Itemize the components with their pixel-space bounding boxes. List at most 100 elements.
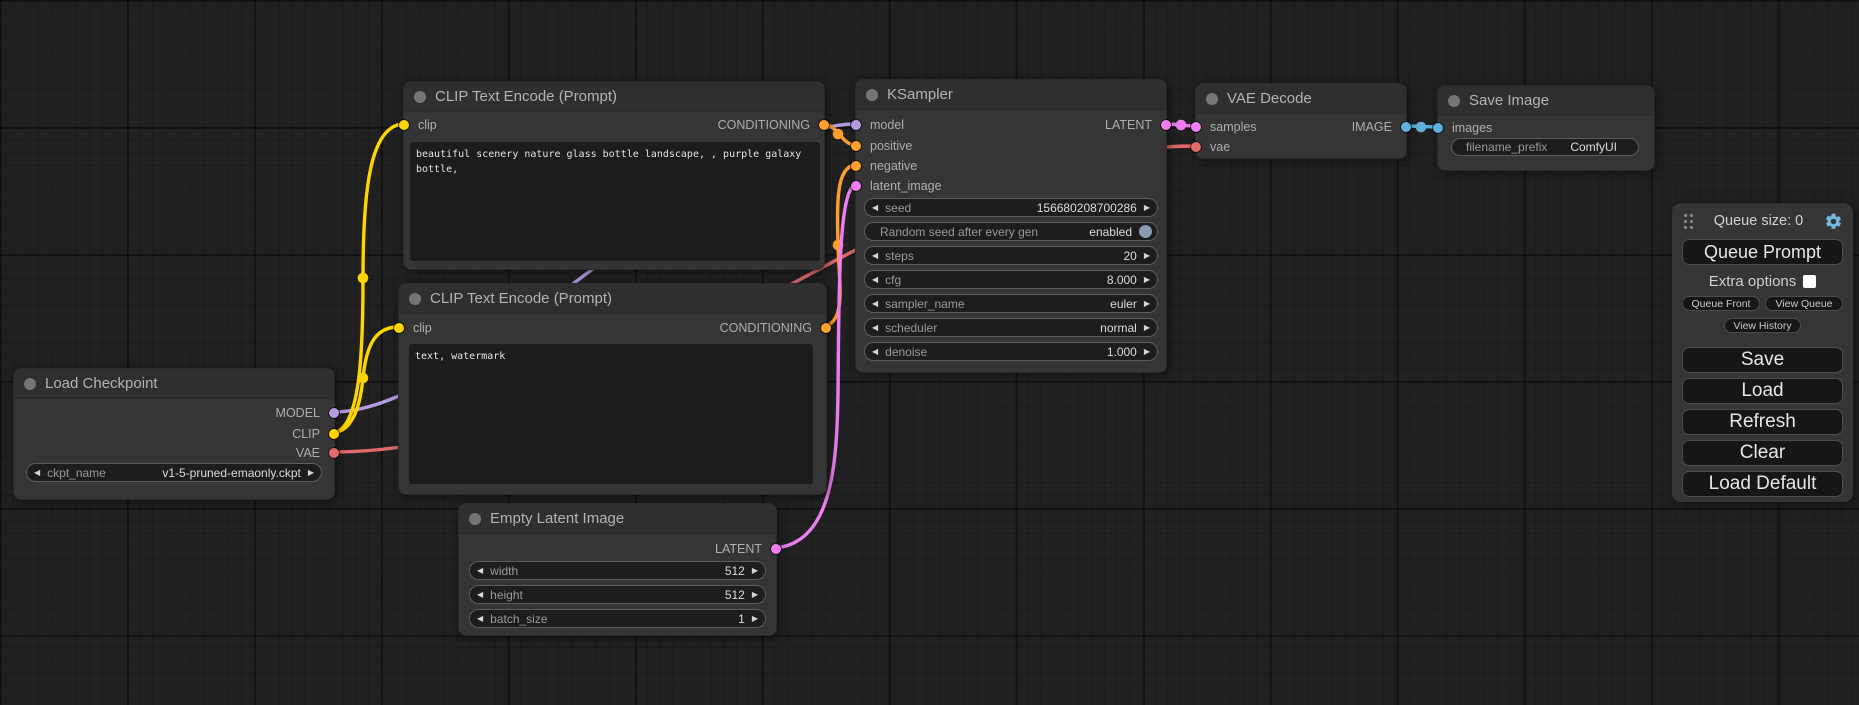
input-slot-icon[interactable] bbox=[851, 161, 861, 171]
output-port-label: LATENT bbox=[1105, 118, 1152, 132]
node-empty-latent-image[interactable]: Empty Latent ImageLATENT◀width512▶◀heigh… bbox=[458, 503, 777, 636]
widget-label: batch_size bbox=[490, 612, 547, 626]
widget-value: enabled bbox=[1089, 225, 1132, 239]
widget-sampler-name[interactable]: ◀sampler_nameeuler▶ bbox=[864, 294, 1158, 313]
load-button[interactable]: Load bbox=[1682, 378, 1843, 404]
queue-front-button[interactable]: Queue Front bbox=[1682, 296, 1760, 311]
increment-arrow-icon[interactable]: ▶ bbox=[308, 469, 314, 477]
widget-filename-prefix[interactable]: filename_prefixComfyUI bbox=[1451, 138, 1639, 156]
widget-label: cfg bbox=[885, 273, 901, 287]
node-vae-decode[interactable]: VAE DecodesamplesvaeIMAGE bbox=[1195, 83, 1407, 159]
input-slot-icon[interactable] bbox=[851, 181, 861, 191]
widget-seed[interactable]: ◀seed156680208700286▶ bbox=[864, 198, 1158, 217]
input-slot-icon[interactable] bbox=[1433, 123, 1443, 133]
increment-arrow-icon[interactable]: ▶ bbox=[752, 591, 758, 599]
save-button[interactable]: Save bbox=[1682, 347, 1843, 373]
output-port-label: CONDITIONING bbox=[718, 118, 810, 132]
output-slot-icon[interactable] bbox=[329, 448, 339, 458]
input-port-negative: negative bbox=[856, 158, 1166, 174]
increment-arrow-icon[interactable]: ▶ bbox=[1144, 276, 1150, 284]
widget-ckpt-name[interactable]: ◀ckpt_namev1-5-pruned-emaonly.ckpt▶ bbox=[26, 463, 322, 482]
widget-value: 512 bbox=[725, 564, 745, 578]
increment-arrow-icon[interactable]: ▶ bbox=[1144, 324, 1150, 332]
widget-Random seed after every gen[interactable]: Random seed after every gen enabled bbox=[864, 222, 1158, 241]
output-slot-icon[interactable] bbox=[329, 408, 339, 418]
widget-scheduler[interactable]: ◀schedulernormal▶ bbox=[864, 318, 1158, 337]
extra-options-checkbox[interactable] bbox=[1803, 275, 1816, 288]
extra-options-row: Extra options bbox=[1709, 274, 1817, 289]
decrement-arrow-icon[interactable]: ◀ bbox=[872, 324, 878, 332]
node-title-bar: KSampler bbox=[856, 80, 1166, 110]
widget-label: Random seed after every gen bbox=[880, 225, 1038, 239]
view-history-row: View History bbox=[1682, 318, 1843, 333]
decrement-arrow-icon[interactable]: ◀ bbox=[477, 591, 483, 599]
widget-steps[interactable]: ◀steps20▶ bbox=[864, 246, 1158, 265]
output-slot-icon[interactable] bbox=[819, 120, 829, 130]
decrement-arrow-icon[interactable]: ◀ bbox=[872, 348, 878, 356]
output-slot-icon[interactable] bbox=[821, 323, 831, 333]
queue-front-row: Queue Front View Queue bbox=[1682, 296, 1843, 311]
view-queue-button[interactable]: View Queue bbox=[1765, 296, 1843, 311]
output-slot-icon[interactable] bbox=[1161, 120, 1171, 130]
output-slot-icon[interactable] bbox=[329, 429, 339, 439]
decrement-arrow-icon[interactable]: ◀ bbox=[477, 615, 483, 623]
queue-prompt-button[interactable]: Queue Prompt bbox=[1682, 239, 1843, 265]
increment-arrow-icon[interactable]: ▶ bbox=[752, 615, 758, 623]
node-clip-text-encode-positive[interactable]: CLIP Text Encode (Prompt)clipCONDITIONIN… bbox=[403, 81, 825, 270]
widget-label: steps bbox=[885, 249, 914, 263]
output-port-label: IMAGE bbox=[1352, 120, 1392, 134]
node-graph-canvas[interactable]: Queue size: 0 Queue Prompt Extra options… bbox=[0, 0, 1859, 705]
increment-arrow-icon[interactable]: ▶ bbox=[1144, 252, 1150, 260]
input-port-positive: positive bbox=[856, 138, 1166, 154]
extra-options-label: Extra options bbox=[1709, 273, 1797, 290]
node-clip-text-encode-negative[interactable]: CLIP Text Encode (Prompt)clipCONDITIONIN… bbox=[398, 283, 827, 495]
decrement-arrow-icon[interactable]: ◀ bbox=[477, 567, 483, 575]
widget-value: euler bbox=[1110, 297, 1137, 311]
widget-value: normal bbox=[1100, 321, 1137, 335]
output-slot-icon[interactable] bbox=[1401, 122, 1411, 132]
refresh-button[interactable]: Refresh bbox=[1682, 409, 1843, 435]
toggle-knob-icon[interactable] bbox=[1139, 225, 1152, 238]
widget-width[interactable]: ◀width512▶ bbox=[469, 561, 766, 580]
clip-link-positive bbox=[333, 124, 403, 433]
clip-link-negative bbox=[333, 327, 398, 433]
view-history-button[interactable]: View History bbox=[1724, 318, 1800, 333]
node-load-checkpoint[interactable]: Load CheckpointMODELCLIPVAE◀ckpt_namev1-… bbox=[13, 368, 335, 500]
output-port-label: LATENT bbox=[715, 542, 762, 556]
decrement-arrow-icon[interactable]: ◀ bbox=[872, 300, 878, 308]
drag-handle-icon[interactable] bbox=[1684, 214, 1693, 229]
node-title: KSampler bbox=[887, 86, 953, 103]
increment-arrow-icon[interactable]: ▶ bbox=[1144, 204, 1150, 212]
widget-height[interactable]: ◀height512▶ bbox=[469, 585, 766, 604]
image-link-midpoint-dot bbox=[1416, 122, 1427, 133]
decrement-arrow-icon[interactable]: ◀ bbox=[872, 252, 878, 260]
prompt-textarea[interactable]: text, watermark bbox=[409, 344, 813, 484]
clear-button[interactable]: Clear bbox=[1682, 440, 1843, 466]
decrement-arrow-icon[interactable]: ◀ bbox=[872, 276, 878, 284]
increment-arrow-icon[interactable]: ▶ bbox=[1144, 300, 1150, 308]
load-default-button[interactable]: Load Default bbox=[1682, 471, 1843, 497]
output-slot-icon[interactable] bbox=[771, 544, 781, 554]
node-title: Save Image bbox=[1469, 92, 1549, 109]
increment-arrow-icon[interactable]: ▶ bbox=[752, 567, 758, 575]
increment-arrow-icon[interactable]: ▶ bbox=[1144, 348, 1150, 356]
node-status-icon bbox=[24, 378, 36, 390]
widget-cfg[interactable]: ◀ cfg 8.000 ▶ bbox=[864, 270, 1158, 289]
node-save-image[interactable]: Save Imageimagesfilename_prefixComfyUI bbox=[1437, 85, 1655, 171]
widget-value: 8.000 bbox=[1107, 273, 1137, 287]
input-slot-icon[interactable] bbox=[1191, 142, 1201, 152]
node-ksampler[interactable]: KSamplermodelpositivenegativelatent_imag… bbox=[855, 79, 1167, 373]
widget-label: denoise bbox=[885, 345, 927, 359]
output-port-MODEL: MODEL bbox=[14, 405, 334, 421]
clip-link-negative-midpoint-dot bbox=[358, 373, 369, 384]
widget-label: ckpt_name bbox=[47, 466, 106, 480]
decrement-arrow-icon[interactable]: ◀ bbox=[872, 204, 878, 212]
widget-denoise[interactable]: ◀denoise1.000▶ bbox=[864, 342, 1158, 361]
output-port-LATENT: LATENT bbox=[459, 541, 776, 557]
widget-batch-size[interactable]: ◀batch_size1▶ bbox=[469, 609, 766, 628]
decrement-arrow-icon[interactable]: ◀ bbox=[34, 469, 40, 477]
settings-gear-icon[interactable] bbox=[1824, 212, 1843, 231]
widget-value: 156680208700286 bbox=[1037, 201, 1137, 215]
input-slot-icon[interactable] bbox=[851, 141, 861, 151]
prompt-textarea[interactable]: beautiful scenery nature glass bottle la… bbox=[410, 142, 820, 261]
